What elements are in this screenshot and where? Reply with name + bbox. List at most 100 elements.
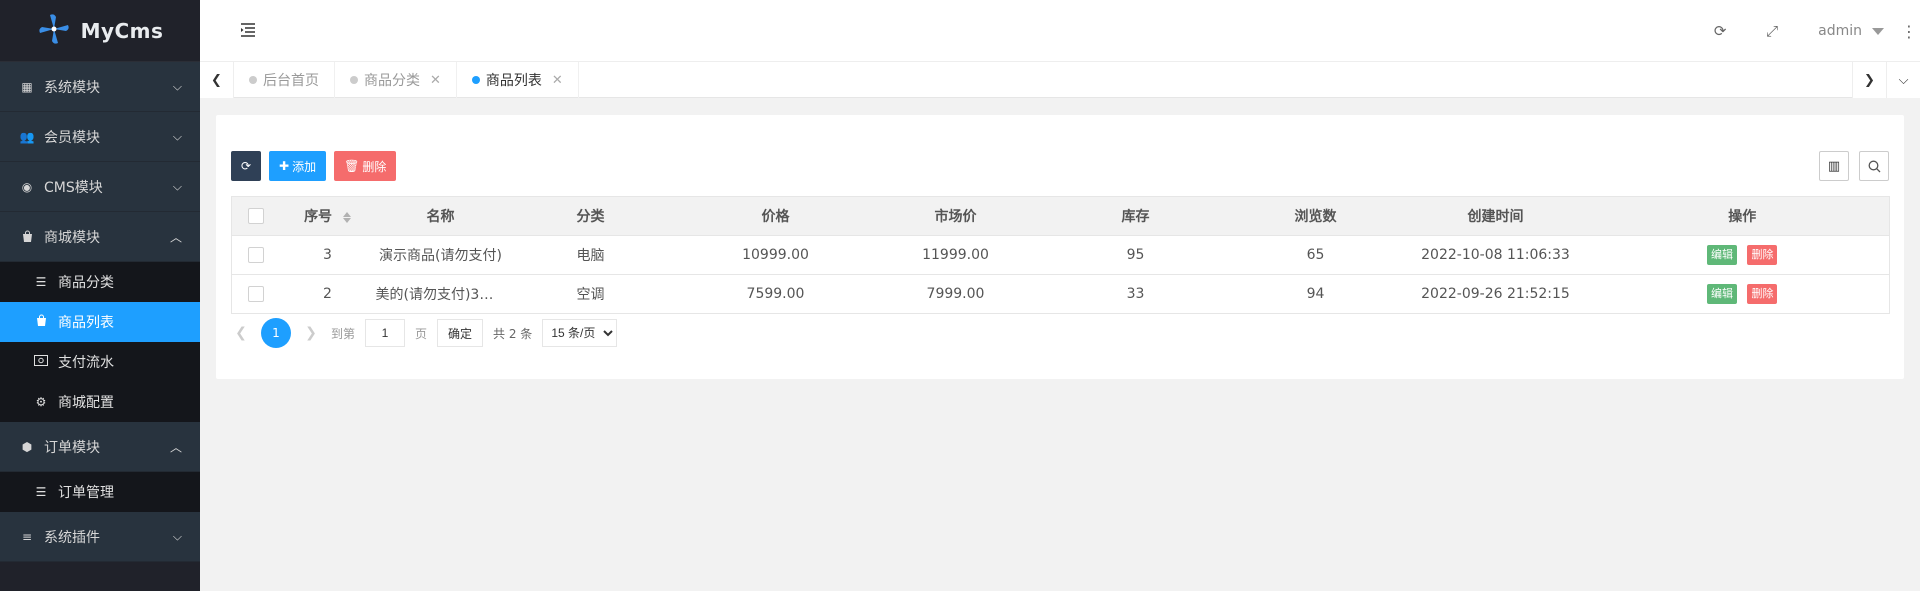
tab-menu-chevron-down-icon[interactable]: ⌵	[1886, 62, 1920, 98]
tab-bar: ❮ 后台首页 商品分类 ✕ 商品列表 ✕ ❯ ⌵	[200, 62, 1920, 98]
chevron-up-icon: ︿	[169, 230, 182, 244]
cell-stock: 95	[1035, 235, 1236, 275]
more-vertical-icon[interactable]: ⋮	[1898, 22, 1920, 41]
total-count: 共 2 条	[493, 326, 533, 341]
row-checkbox[interactable]	[247, 247, 264, 263]
col-header-stock: 库存	[1035, 196, 1236, 236]
menu-group-label: 系统模块	[44, 79, 100, 96]
table-row[interactable]: 3 演示商品(请勿支付) 电脑 10999.00 11999.00 95 65 …	[231, 235, 1890, 275]
username: admin	[1818, 23, 1862, 39]
goto-confirm-button[interactable]: 确定	[437, 319, 484, 347]
cube-icon: ⬢	[21, 439, 33, 454]
sort-icon[interactable]	[342, 211, 351, 224]
chevron-up-icon: ︿	[169, 440, 182, 454]
select-all-checkbox[interactable]	[247, 208, 264, 224]
content-card: ⟳ ✚ 添加 🗑 删除 ▥ 序号 名称 分类 价格 市场价 库存 浏览数 创建时…	[216, 115, 1904, 379]
next-page-icon[interactable]: ❯	[301, 325, 321, 341]
sidebar-item-order-manage[interactable]: ☰ 订单管理	[0, 472, 200, 512]
cell-market-price: 7999.00	[875, 274, 1036, 314]
chevron-down-icon: ⌵	[172, 129, 182, 143]
list-icon: ☰	[35, 275, 47, 289]
cell-name: 演示商品(请勿支付)	[375, 235, 506, 275]
menu-group-system[interactable]: ▦ 系统模块 ⌵	[0, 62, 200, 112]
product-table: 序号 名称 分类 价格 市场价 库存 浏览数 创建时间 操作 3 演示商品(请勿…	[231, 196, 1890, 314]
page-size-select[interactable]: 15 条/页	[542, 319, 618, 347]
sidebar-item-label: 订单管理	[58, 485, 114, 501]
goto-page-input[interactable]	[365, 319, 406, 347]
goto-prefix: 到第	[331, 326, 356, 341]
cell-stock: 33	[1035, 274, 1236, 314]
menu-group-shop[interactable]: 商城模块 ︿	[0, 212, 200, 262]
delete-row-button[interactable]: 删除	[1747, 245, 1778, 265]
col-header-actions: 操作	[1595, 196, 1890, 236]
delete-row-button[interactable]: 删除	[1747, 284, 1778, 304]
cell-price: 7599.00	[675, 274, 876, 314]
fullscreen-icon[interactable]: ⤢	[1746, 22, 1798, 40]
shopping-bag-icon	[20, 230, 34, 244]
menu-group-plugins[interactable]: ≡ 系统插件 ⌵	[0, 512, 200, 562]
close-icon[interactable]: ✕	[430, 73, 441, 88]
prev-page-icon[interactable]: ❮	[231, 325, 251, 341]
cell-created: 2022-10-08 11:06:33	[1395, 235, 1596, 275]
row-checkbox[interactable]	[247, 286, 264, 302]
refresh-icon[interactable]: ⟳	[1694, 22, 1746, 40]
windows-icon: ▦	[21, 79, 33, 94]
close-icon[interactable]: ✕	[552, 73, 563, 88]
submenu-order: ☰ 订单管理	[0, 472, 200, 512]
tab-scroll-right-icon[interactable]: ❯	[1852, 62, 1886, 98]
edit-button[interactable]: 编辑	[1707, 245, 1738, 265]
col-header-created: 创建时间	[1395, 196, 1596, 236]
sidebar-item-product-list[interactable]: 商品列表	[0, 302, 200, 342]
cell-views: 65	[1235, 235, 1396, 275]
table-row[interactable]: 2 美的(请勿支付)3匹新… 空调 7599.00 7999.00 33 94 …	[231, 274, 1890, 314]
sidebar-toggle-icon[interactable]	[240, 22, 256, 41]
col-header-id[interactable]: 序号	[279, 196, 376, 236]
user-menu[interactable]: admin	[1798, 23, 1898, 39]
columns-filter-icon[interactable]: ▥	[1819, 151, 1849, 181]
menu-group-label: 系统插件	[44, 529, 100, 546]
sidebar: MyCms ▦ 系统模块 ⌵ 👥 会员模块 ⌵ ◉ CMS模块 ⌵ 商城模块 ︿…	[0, 0, 200, 591]
col-header-name: 名称	[375, 196, 506, 236]
logo[interactable]: MyCms	[0, 0, 200, 62]
add-button[interactable]: ✚ 添加	[269, 151, 327, 181]
goto-suffix: 页	[415, 326, 428, 341]
edit-button[interactable]: 编辑	[1707, 284, 1738, 304]
menu-group-member[interactable]: 👥 会员模块 ⌵	[0, 112, 200, 162]
delete-button[interactable]: 🗑 删除	[334, 151, 397, 181]
tab-product-list[interactable]: 商品列表 ✕	[457, 62, 579, 98]
tab-home[interactable]: 后台首页	[234, 62, 335, 98]
sidebar-item-label: 支付流水	[58, 355, 114, 371]
compass-icon: ◉	[21, 179, 33, 194]
col-header-label: 序号	[304, 209, 333, 225]
money-icon	[34, 355, 48, 369]
sidebar-item-category[interactable]: ☰ 商品分类	[0, 262, 200, 302]
cell-market-price: 11999.00	[875, 235, 1036, 275]
refresh-button[interactable]: ⟳	[231, 151, 261, 181]
shopping-bag-icon	[34, 314, 48, 330]
cell-actions: 编辑 删除	[1595, 274, 1890, 314]
menu-group-cms[interactable]: ◉ CMS模块 ⌵	[0, 162, 200, 212]
cell-category: 空调	[505, 274, 676, 314]
search-icon[interactable]	[1859, 151, 1889, 181]
tab-category[interactable]: 商品分类 ✕	[335, 62, 457, 98]
row-select-cell	[231, 274, 280, 314]
chevron-down-icon: ⌵	[172, 79, 182, 93]
app-name: MyCms	[80, 18, 164, 43]
chevron-down-icon: ⌵	[172, 529, 182, 543]
menu-group-label: 订单模块	[44, 439, 100, 456]
menu-group-label: 会员模块	[44, 129, 100, 146]
sidebar-item-payment[interactable]: 支付流水	[0, 342, 200, 382]
cell-views: 94	[1235, 274, 1396, 314]
menu-group-order[interactable]: ⬢ 订单模块 ︿	[0, 422, 200, 472]
tab-scroll-left-icon[interactable]: ❮	[200, 62, 234, 98]
page-button-current[interactable]: 1	[261, 318, 291, 348]
table-tools: ▥	[1819, 151, 1889, 181]
select-all-cell	[231, 196, 280, 236]
toolbar: ⟳ ✚ 添加 🗑 删除	[231, 151, 397, 181]
row-select-cell	[231, 235, 280, 275]
top-header: ⟳ ⤢ admin ⋮	[200, 0, 1920, 62]
sidebar-item-label: 商品分类	[58, 275, 114, 291]
sidebar-item-shop-config[interactable]: ⚙ 商城配置	[0, 382, 200, 422]
delete-label: 删除	[362, 159, 387, 174]
list-icon: ☰	[35, 485, 47, 499]
